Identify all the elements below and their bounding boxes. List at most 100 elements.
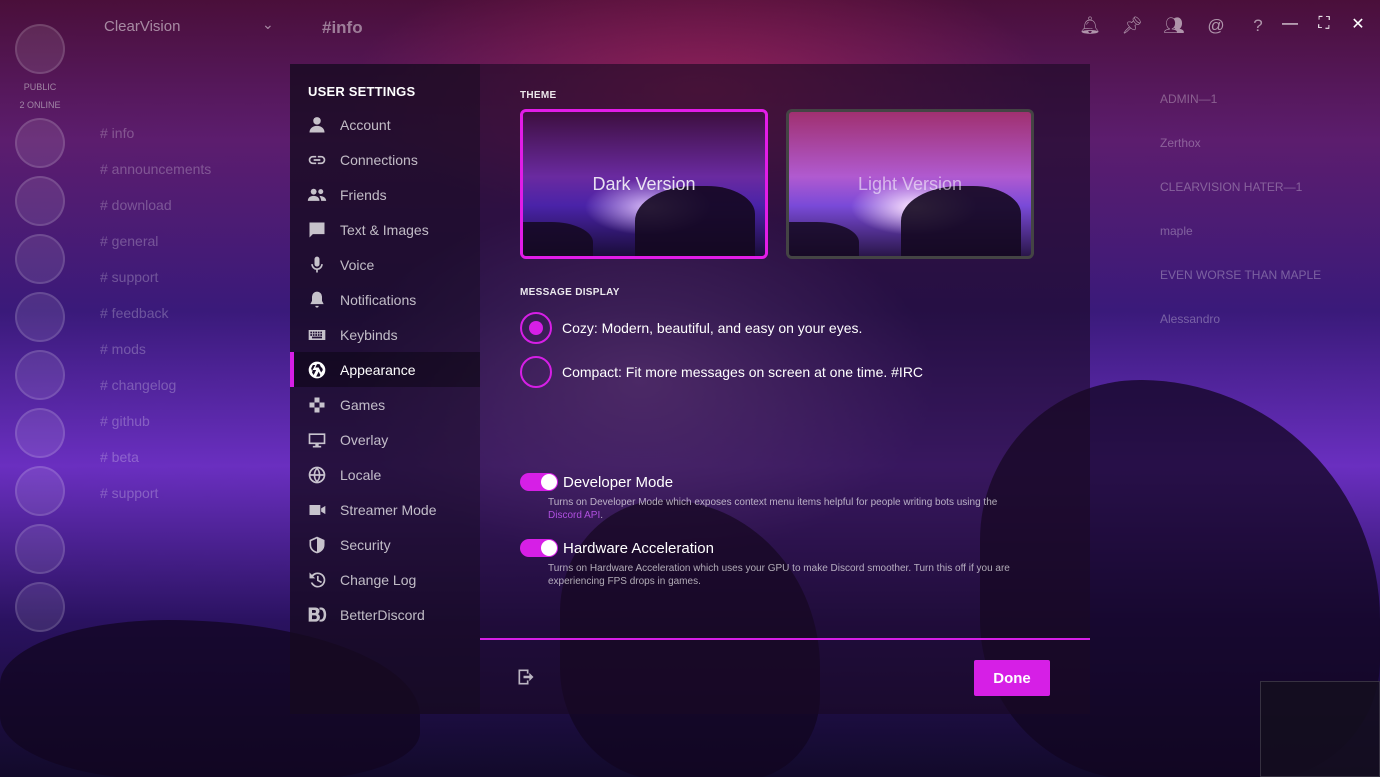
- sidebar-item-locale[interactable]: Locale: [290, 457, 480, 492]
- theme-label: Light Version: [857, 173, 963, 194]
- theme-option-light[interactable]: Light Version: [786, 109, 1034, 259]
- channel-item[interactable]: # mods: [100, 331, 211, 367]
- message-display-section: MESSAGE DISPLAY Cozy: Modern, beautiful,…: [520, 287, 1050, 394]
- home-icon[interactable]: [15, 24, 65, 74]
- theme-selector: Dark Version Light Version: [520, 109, 1050, 259]
- radio-button[interactable]: [520, 356, 552, 388]
- betterdiscord-icon: [306, 604, 328, 626]
- monitor-icon: [306, 429, 328, 451]
- sidebar-item-label: Notifications: [340, 291, 417, 308]
- settings-header: USER SETTINGS: [308, 84, 416, 99]
- guild-label-public: PUBLIC: [23, 82, 57, 92]
- member-item: EVEN WORSE THAN MAPLE: [1160, 268, 1322, 282]
- channel-item[interactable]: # beta: [100, 439, 211, 475]
- preview-thumbnail: [1260, 681, 1380, 777]
- sidebar-item-overlay[interactable]: Overlay: [290, 422, 480, 457]
- close-icon[interactable]: ✕: [1350, 16, 1366, 33]
- channel-item[interactable]: # feedback: [100, 295, 211, 331]
- member-item: ADMIN—1: [1160, 92, 1218, 106]
- sidebar-item-security[interactable]: Security: [290, 527, 480, 562]
- toggle-description: Turns on Developer Mode which exposes co…: [548, 497, 998, 521]
- sidebar-item-streamer-mode[interactable]: Streamer Mode: [290, 492, 480, 527]
- theme-preview-art: [789, 222, 859, 256]
- sidebar-item-label: Security: [340, 536, 391, 553]
- member-item[interactable]: Alessandro: [1160, 312, 1340, 326]
- theme-preview-art: [523, 222, 593, 256]
- sidebar-item-account[interactable]: Account: [290, 107, 480, 142]
- guild-icon[interactable]: [15, 118, 65, 168]
- chevron-down-icon[interactable]: ⌄: [262, 16, 274, 33]
- toggle-section: Developer Mode Turns on Developer Mode w…: [520, 470, 1030, 602]
- radio-button[interactable]: [520, 312, 552, 344]
- sidebar-item-label: Voice: [340, 256, 375, 273]
- server-name[interactable]: ClearVision: [104, 18, 180, 35]
- guild-icon[interactable]: [15, 176, 65, 226]
- link-icon: [306, 149, 328, 171]
- discord-api-link[interactable]: Discord API: [548, 510, 600, 521]
- shield-icon: [306, 534, 328, 556]
- sidebar-item-connections[interactable]: Connections: [290, 142, 480, 177]
- guild-icon[interactable]: [15, 466, 65, 516]
- channel-item[interactable]: # changelog: [100, 367, 211, 403]
- help-icon[interactable]: ?: [1246, 14, 1270, 38]
- channel-item[interactable]: # support: [100, 259, 211, 295]
- window-controls: — ⛶ ✕: [1282, 15, 1366, 33]
- sidebar-item-label: Account: [340, 116, 391, 133]
- sidebar-item-notifications[interactable]: Notifications: [290, 282, 480, 317]
- sidebar-item-text-images[interactable]: Text & Images: [290, 212, 480, 247]
- mention-icon[interactable]: @: [1204, 14, 1228, 38]
- sidebar-item-label: Connections: [340, 151, 418, 168]
- channel-item[interactable]: # github: [100, 403, 211, 439]
- minimize-icon[interactable]: —: [1282, 15, 1298, 32]
- radio-option-cozy[interactable]: Cozy: Modern, beautiful, and easy on you…: [520, 306, 1050, 350]
- bell-icon: [306, 289, 328, 311]
- bell-icon[interactable]: 🔔︎: [1078, 14, 1102, 38]
- logout-icon[interactable]: [516, 667, 536, 687]
- guild-icon[interactable]: [15, 582, 65, 632]
- maximize-icon[interactable]: ⛶: [1316, 15, 1332, 32]
- toggle-label: Developer Mode: [563, 473, 674, 491]
- channel-item[interactable]: # announcements: [100, 151, 211, 187]
- microphone-icon: [306, 254, 328, 276]
- sidebar-item-keybinds[interactable]: Keybinds: [290, 317, 480, 352]
- sidebar-item-voice[interactable]: Voice: [290, 247, 480, 282]
- member-item[interactable]: Zerthox: [1160, 136, 1340, 150]
- member-item[interactable]: maple: [1160, 224, 1340, 238]
- channel-item[interactable]: # download: [100, 187, 211, 223]
- pin-icon[interactable]: 📌︎: [1120, 14, 1144, 38]
- sidebar-item-label: Games: [340, 396, 386, 413]
- guild-icon[interactable]: [15, 234, 65, 284]
- appearance-panel: THEME Dark Version Light Version MESSAGE…: [480, 64, 1090, 714]
- members-icon[interactable]: 👥︎: [1162, 14, 1186, 38]
- sidebar-item-betterdiscord[interactable]: BetterDiscord: [290, 597, 480, 632]
- guild-icon[interactable]: [15, 292, 65, 342]
- message-display-title: MESSAGE DISPLAY: [520, 287, 620, 298]
- guild-icon[interactable]: [15, 350, 65, 400]
- radio-label: Cozy: Modern, beautiful, and easy on you…: [562, 320, 863, 336]
- theme-preview-art: [635, 186, 755, 256]
- sidebar-item-appearance[interactable]: Appearance: [290, 352, 480, 387]
- toggle-label: Hardware Acceleration: [563, 539, 714, 557]
- member-list: ADMIN—1 Zerthox CLEARVISION HATER—1 mapl…: [1160, 92, 1340, 356]
- hardware-acceleration-toggle[interactable]: [520, 539, 558, 557]
- footer-divider: [480, 638, 1090, 640]
- sidebar-item-games[interactable]: Games: [290, 387, 480, 422]
- theme-option-dark[interactable]: Dark Version: [520, 109, 768, 259]
- header-toolbar: 🔔︎ 📌︎ 👥︎ @ ?: [1078, 14, 1270, 38]
- globe-icon: [306, 464, 328, 486]
- sidebar-item-change-log[interactable]: Change Log: [290, 562, 480, 597]
- channel-item[interactable]: # support: [100, 475, 211, 511]
- theme-section-title: THEME: [520, 90, 557, 101]
- sidebar-item-label: Change Log: [340, 571, 417, 588]
- friends-icon: [306, 184, 328, 206]
- guild-icon[interactable]: [15, 408, 65, 458]
- sidebar-item-label: BetterDiscord: [340, 606, 425, 623]
- radio-option-compact[interactable]: Compact: Fit more messages on screen at …: [520, 350, 1050, 394]
- developer-mode-toggle[interactable]: [520, 473, 558, 491]
- sidebar-item-friends[interactable]: Friends: [290, 177, 480, 212]
- done-button[interactable]: Done: [974, 660, 1050, 696]
- guild-icon[interactable]: [15, 524, 65, 574]
- developer-mode-setting: Developer Mode Turns on Developer Mode w…: [520, 470, 1030, 522]
- channel-item[interactable]: # info: [100, 115, 211, 151]
- channel-item[interactable]: # general: [100, 223, 211, 259]
